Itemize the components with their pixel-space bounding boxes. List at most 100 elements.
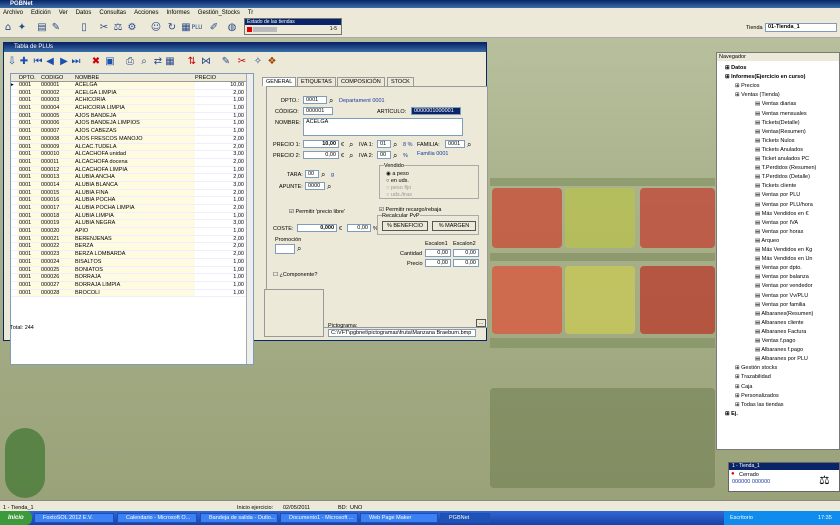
nav-item[interactable]: ▤ Ventas diarias <box>755 101 796 108</box>
next-record-icon[interactable]: ▶ <box>58 55 70 68</box>
iva1-search-icon[interactable]: ⌕ <box>393 140 397 150</box>
first-record-icon[interactable]: ⏮ <box>32 55 44 68</box>
nav-item[interactable]: ▤ Albaranes cliente <box>755 320 804 327</box>
nav-item[interactable]: ⊞ Personalizados <box>735 393 779 400</box>
document-icon[interactable]: ▯ <box>78 21 90 34</box>
table-row[interactable]: 0001 000006 AJOS BANDEJA LIMPIOS 1,00 <box>11 120 253 129</box>
nav-item[interactable]: ▤ Tickets(Detalle) <box>755 120 800 127</box>
table-row[interactable]: 0001 000014 ALUBIA BLANCA 3,00 <box>11 181 253 190</box>
table-row[interactable]: 0001 000027 BORRAJA LIMPIA 1,00 <box>11 281 253 290</box>
iva2-search-icon[interactable]: ⌕ <box>393 151 397 161</box>
nav-item[interactable]: ▤ Ventas por familia <box>755 302 805 309</box>
promocion-input[interactable] <box>275 244 295 254</box>
nav-item[interactable]: ▤ Más Vendidos en Kg <box>755 247 812 254</box>
folder-icon[interactable]: ▤ <box>36 21 48 34</box>
menu-item[interactable]: Ver <box>59 8 68 18</box>
table-row[interactable]: 0001 000007 AJOS CABEZAS 1,00 <box>11 128 253 136</box>
nav-item[interactable]: ▤ Ventas por vendedor <box>755 283 813 290</box>
menu-item[interactable]: Consultas <box>99 8 126 18</box>
palette-icon[interactable]: ◍ <box>226 21 238 34</box>
nav-item[interactable]: ▤ Albaranes(Resumen) <box>755 311 813 318</box>
balance-icon[interactable]: ⚖ <box>112 21 124 34</box>
plu-grid[interactable]: DPTO. CODIGO NOMBRE PRECIO ▸ 0001 000001 AC… <box>10 73 254 365</box>
menu-item[interactable]: Tr <box>248 8 253 18</box>
familia-search-icon[interactable]: ⌕ <box>467 140 471 150</box>
nav-item[interactable]: ▤ Ticket anulados PC <box>755 156 809 163</box>
taskbar-task[interactable]: PGBNet <box>440 513 490 523</box>
users-icon[interactable]: ☺ <box>150 21 162 34</box>
nav-item[interactable]: ▤ Ventas por dpto. <box>755 265 802 272</box>
table-row[interactable]: 0001 000011 ALCACHOFA docena 2,00 <box>11 158 253 167</box>
nav-item[interactable]: ⊞ Informes(Ejercicio en curso) <box>725 74 805 81</box>
nav-item[interactable]: ⊞ Datos <box>725 65 746 72</box>
table-row[interactable]: 0001 000003 ACHICORIA 1,00 <box>11 97 253 106</box>
apunte-input[interactable]: 0000 <box>305 182 325 190</box>
nav-item[interactable]: ▤ Albaranes por PLU <box>755 356 808 363</box>
promocion-search-icon[interactable]: ⌕ <box>297 244 301 254</box>
tab-stock[interactable]: STOCK <box>387 77 414 86</box>
vendido-opt-peso[interactable]: ◉ a peso <box>386 171 409 177</box>
home-icon[interactable]: ⌂ <box>2 21 14 34</box>
save-icon[interactable]: ▣ <box>104 55 116 68</box>
table-row[interactable]: 0001 000005 AJOS BANDEJA 1,00 <box>11 112 253 121</box>
table-row[interactable]: 0001 000023 BERZA LOMBARDA 2,00 <box>11 251 253 259</box>
vendido-opt-pesofijo[interactable]: ○ peso fijo <box>386 185 411 191</box>
tag-icon[interactable]: ✎ <box>220 55 232 68</box>
tara-input[interactable]: 00 <box>305 170 319 178</box>
precio1-input[interactable]: 10,00 <box>303 140 339 148</box>
merge-icon[interactable]: ⋈ <box>200 55 212 68</box>
table-row[interactable]: 0001 000015 ALUBIA FINA 2,00 <box>11 189 253 198</box>
precio-escalon2-input[interactable]: 0,00 <box>453 259 479 267</box>
magic-icon[interactable]: ✧ <box>252 55 264 68</box>
col-precio[interactable]: PRECIO <box>195 74 247 81</box>
grid-scrollbar[interactable] <box>246 74 253 364</box>
search-icon[interactable]: ⌕ <box>138 55 150 68</box>
table-row[interactable]: 0001 000022 BERZA 2,00 <box>11 243 253 252</box>
cantidad2-input[interactable]: 0,00 <box>453 249 479 257</box>
start-button[interactable]: Inicio <box>0 511 32 525</box>
nav-item[interactable]: ⊞ Caja <box>735 384 752 391</box>
refresh-icon[interactable]: ↻ <box>166 21 178 34</box>
apunte-search-icon[interactable]: ⌕ <box>327 182 331 192</box>
download-icon[interactable]: ⇩ <box>6 55 18 68</box>
precio2-search-icon[interactable]: ⌕ <box>349 151 353 161</box>
articulo-input[interactable]: 0000001000001 <box>411 107 461 115</box>
table-row[interactable]: 0001 000009 ALCAC.TUDELA 2,00 <box>11 143 253 152</box>
nav-item[interactable]: ▤ Ventas(Resumen) <box>755 129 806 136</box>
nav-item[interactable]: ▤ Ventas por Vv/PLU <box>755 293 808 300</box>
nav-item[interactable]: ▤ Albaranes Factura <box>755 329 806 336</box>
iva1-input[interactable]: 01 <box>377 140 391 148</box>
nav-item[interactable]: ▤ Más Vendidos en € <box>755 211 809 218</box>
taskbar-task[interactable]: Calendario - Microsoft O... <box>117 513 197 523</box>
col-dpto[interactable]: DPTO. <box>17 74 41 81</box>
nav-item[interactable]: ▤ Más Vendidos en Un <box>755 256 813 263</box>
delete-icon[interactable]: ✖ <box>90 55 102 68</box>
menu-item[interactable]: Archivo <box>3 8 23 18</box>
prev-record-icon[interactable]: ◀ <box>44 55 56 68</box>
pictograma-input[interactable]: C:\VFT\pgbnet\pictogramas\fruta\Manzana … <box>328 329 476 337</box>
dpto-input[interactable]: 0001 <box>303 96 327 104</box>
nav-item[interactable]: ▤ Ventas mensuales <box>755 111 807 118</box>
nav-item[interactable]: ▤ Tickets Anulados <box>755 147 803 154</box>
nav-item[interactable]: ⊞ Todas las tiendas <box>735 402 784 409</box>
table-row[interactable]: 0001 000017 ALUBIA POCHA LIMPIA 2,00 <box>11 205 253 213</box>
tools-icon[interactable]: ✂ <box>236 55 248 68</box>
tienda-select[interactable]: 01-Tienda_1 <box>765 23 837 32</box>
taskbar-task[interactable]: Bandeja de salida - Outlo... <box>200 513 278 523</box>
table-row[interactable]: 0001 000020 APIO 1,00 <box>11 228 253 236</box>
nav-item[interactable]: ⊞ Trazabilidad <box>735 374 771 381</box>
vendido-opt-uds[interactable]: ○ en uds. <box>386 178 409 184</box>
componente-checkbox[interactable]: ☐ ¿Componente? <box>273 272 317 278</box>
precio-escalon1-input[interactable]: 0,00 <box>425 259 451 267</box>
nav-item[interactable]: ▤ Albaranes f.pago <box>755 347 803 354</box>
table-row[interactable]: ▸ 0001 000001 ACELGA 10,00 <box>11 82 253 90</box>
nav-item[interactable]: ▤ Ventas por horas <box>755 229 803 236</box>
edit-icon[interactable]: ✎ <box>50 21 62 34</box>
plu-icon[interactable]: PLU <box>190 21 204 34</box>
menu-item[interactable]: Informes <box>166 8 189 18</box>
config-icon[interactable]: ⚙ <box>126 21 138 34</box>
cantidad1-input[interactable]: 0,00 <box>425 249 451 257</box>
precio2-input[interactable]: 0,00 <box>303 151 339 159</box>
iva2-input[interactable]: 00 <box>377 151 391 159</box>
table-row[interactable]: 0001 000021 BERENJENAS 2,00 <box>11 235 253 244</box>
